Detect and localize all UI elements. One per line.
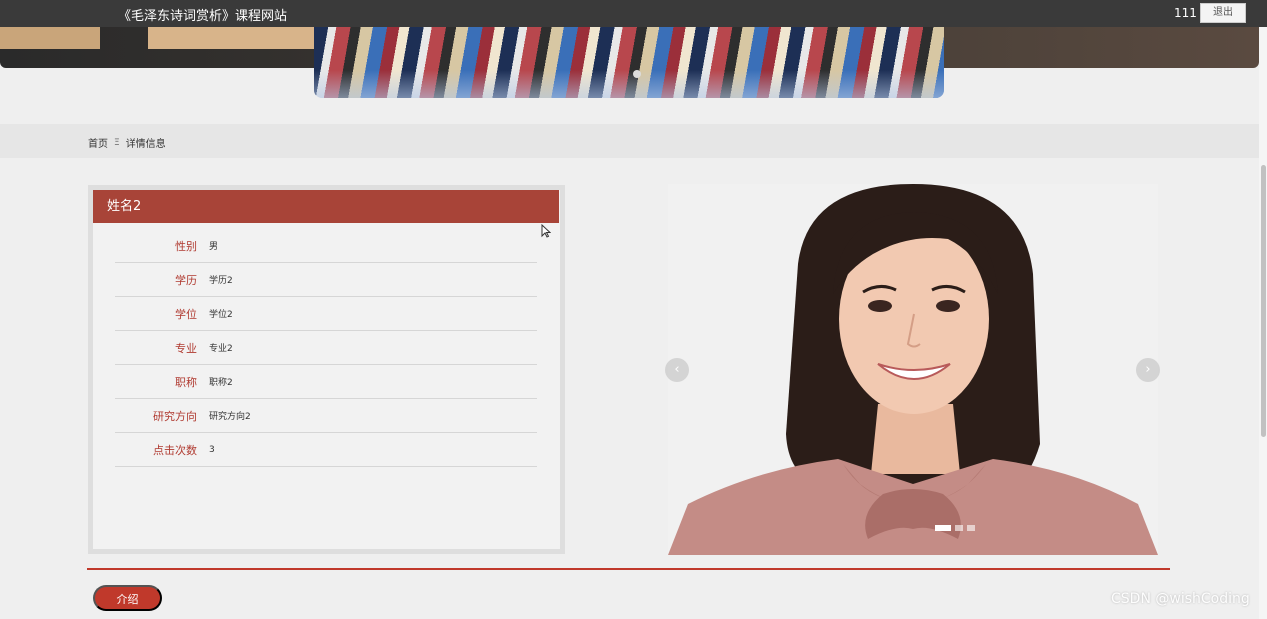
field-label: 点击次数 — [153, 443, 197, 457]
field-label: 专业 — [175, 341, 197, 355]
banner-book-image — [0, 27, 100, 49]
carousel-indicator-dot[interactable] — [935, 525, 951, 531]
field-label: 职称 — [175, 375, 197, 389]
field-value: 学位2 — [209, 310, 233, 320]
detail-field-row: 职称 职称2 — [115, 365, 537, 399]
watermark-text: CSDN @wishCoding — [1111, 591, 1250, 607]
breadcrumb-home-link[interactable]: 首页 — [88, 135, 108, 150]
carousel-prev-button[interactable]: ‹ — [665, 358, 689, 382]
page-scrollbar-thumb[interactable] — [1261, 165, 1266, 437]
logout-button[interactable]: 退出 — [1200, 3, 1246, 23]
field-label: 性别 — [175, 239, 197, 253]
field-value: 男 — [209, 242, 219, 252]
detail-info-inner: 姓名2 性别 男 学历 学历2 学位 学位2 专业 专业2 职称 职称2 研究方… — [93, 190, 560, 549]
carousel-indicator-dot[interactable] — [967, 525, 975, 531]
breadcrumb-bar: 首页 Ξ 详情信息 — [0, 124, 1267, 158]
field-label: 学历 — [175, 273, 197, 287]
field-value: 专业2 — [209, 344, 233, 354]
banner-book-image — [148, 27, 318, 49]
mouse-cursor-icon — [541, 224, 551, 238]
banner-indicator-dot[interactable] — [633, 70, 641, 78]
carousel-indicator-dot[interactable] — [955, 525, 963, 531]
section-divider — [87, 568, 1170, 570]
field-value: 学历2 — [209, 276, 233, 286]
detail-field-row: 学历 学历2 — [115, 263, 537, 297]
breadcrumb-separator-icon: Ξ — [114, 137, 120, 148]
top-navbar: 《毛泽东诗词赏析》课程网站 111 退出 — [0, 0, 1267, 27]
portrait-photo — [668, 184, 1158, 555]
detail-field-row: 点击次数 3 — [115, 433, 537, 467]
banner-carousel-image — [314, 27, 944, 98]
field-value: 3 — [209, 444, 215, 455]
tab-intro[interactable]: 介绍 — [93, 585, 162, 611]
photo-carousel — [668, 184, 1158, 555]
detail-info-card: 姓名2 性别 男 学历 学历2 学位 学位2 专业 专业2 职称 职称2 研究方… — [88, 185, 565, 554]
detail-field-row: 研究方向 研究方向2 — [115, 399, 537, 433]
breadcrumb-current: 详情信息 — [125, 139, 166, 150]
field-value: 研究方向2 — [209, 412, 251, 422]
detail-field-row: 性别 男 — [115, 229, 537, 263]
detail-field-row: 学位 学位2 — [115, 297, 537, 331]
detail-field-row: 专业 专业2 — [115, 331, 537, 365]
carousel-indicators — [935, 525, 975, 531]
carousel-next-button[interactable]: › — [1136, 358, 1160, 382]
field-value: 职称2 — [209, 378, 233, 388]
detail-name-header: 姓名2 — [93, 190, 559, 223]
breadcrumb: 首页 Ξ 详情信息 — [88, 135, 166, 151]
detail-field-list: 性别 男 学历 学历2 学位 学位2 专业 专业2 职称 职称2 研究方向 研究… — [93, 223, 560, 467]
field-label: 研究方向 — [153, 409, 197, 423]
site-title[interactable]: 《毛泽东诗词赏析》课程网站 — [118, 5, 287, 24]
username-label: 111 — [1174, 6, 1197, 20]
field-label: 学位 — [175, 307, 197, 321]
